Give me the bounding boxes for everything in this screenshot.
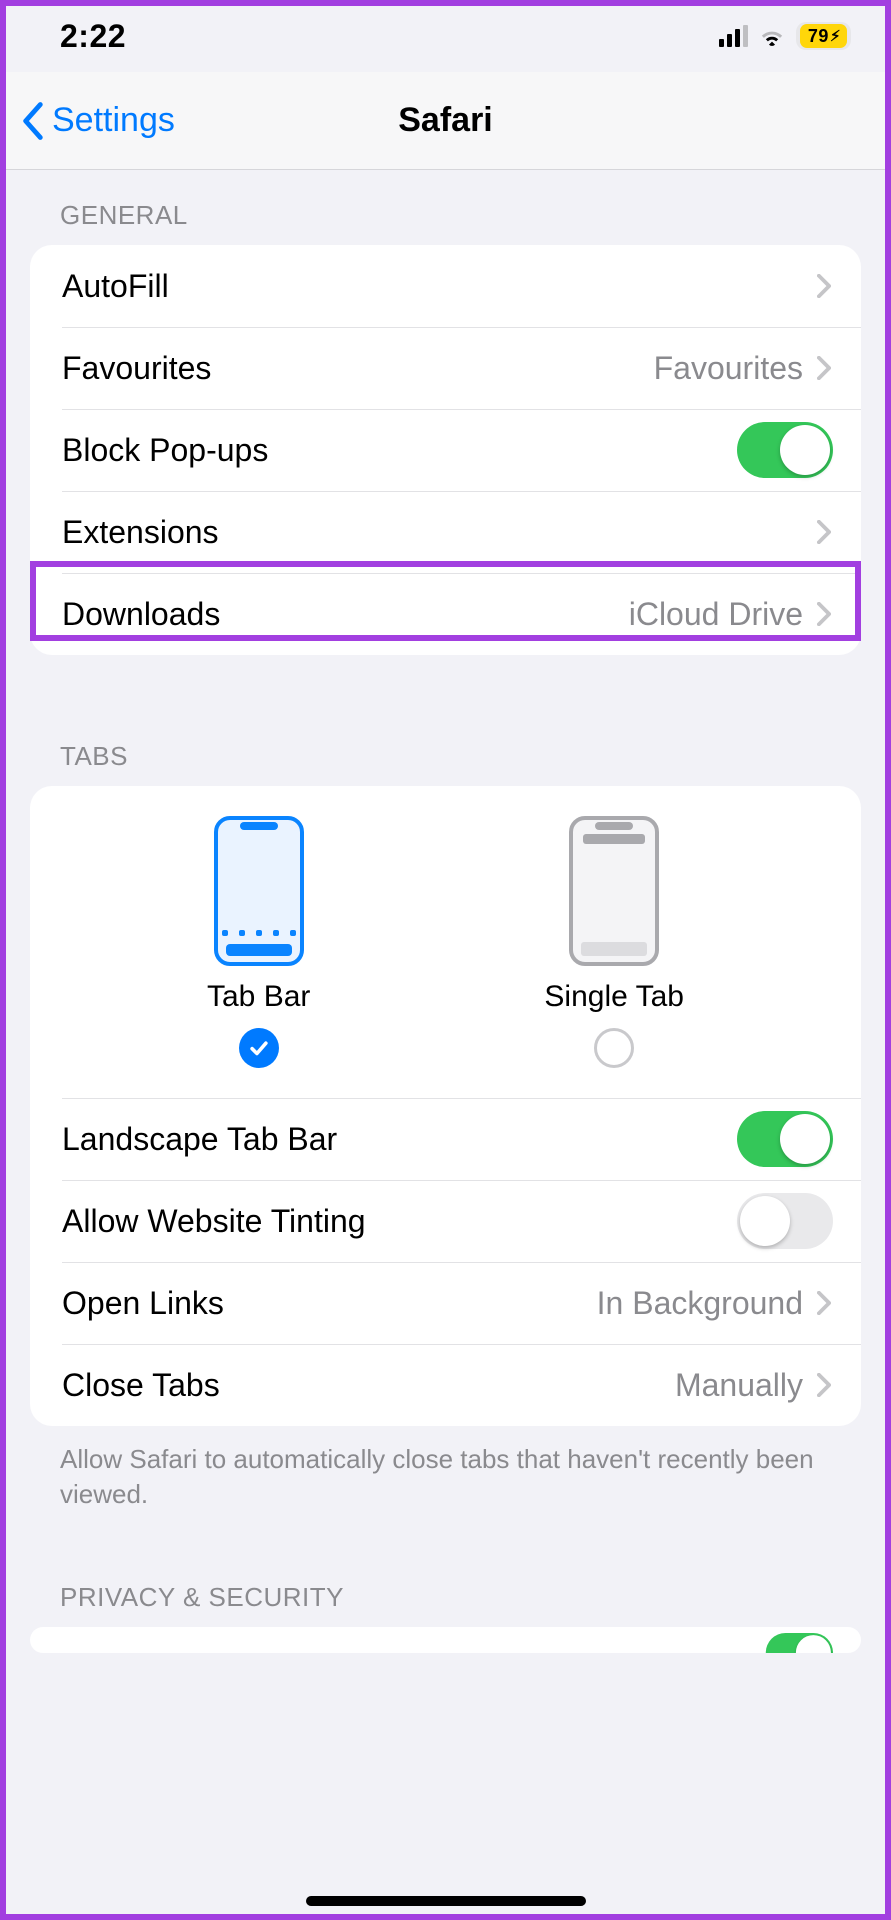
section-header-general: GENERAL <box>0 170 891 245</box>
section-header-privacy: PRIVACY & SECURITY <box>0 1512 891 1627</box>
toggle-landscape-tabbar[interactable] <box>737 1111 833 1167</box>
row-value: Manually <box>675 1367 803 1404</box>
singletab-preview-icon <box>569 816 659 966</box>
row-block-popups[interactable]: Block Pop-ups <box>30 409 861 491</box>
group-tabs: Tab Bar Single Tab Landscape Tab Bar All… <box>30 786 861 1426</box>
row-label: Landscape Tab Bar <box>62 1121 737 1158</box>
back-label: Settings <box>52 101 175 140</box>
row-autofill[interactable]: AutoFill <box>30 245 861 327</box>
row-label: Downloads <box>62 596 629 633</box>
chevron-right-icon <box>815 272 833 300</box>
row-value: iCloud Drive <box>629 596 803 633</box>
status-bar: 2:22 79⚡︎ <box>0 0 891 72</box>
row-open-links[interactable]: Open Links In Background <box>30 1262 861 1344</box>
status-right: 79⚡︎ <box>719 22 851 50</box>
row-extensions[interactable]: Extensions <box>30 491 861 573</box>
group-general: AutoFill Favourites Favourites Block Pop… <box>30 245 861 655</box>
tabs-footer-text: Allow Safari to automatically close tabs… <box>0 1426 891 1512</box>
battery-level: 79 <box>808 26 829 47</box>
tabbar-preview-icon <box>214 816 304 966</box>
radio-unselected-icon <box>594 1028 634 1068</box>
toggle-block-popups[interactable] <box>737 422 833 478</box>
toggle-privacy-peek[interactable] <box>766 1633 833 1653</box>
row-website-tinting[interactable]: Allow Website Tinting <box>30 1180 861 1262</box>
charging-icon: ⚡︎ <box>830 27 841 45</box>
row-label: Open Links <box>62 1285 597 1322</box>
tab-option-singletab[interactable]: Single Tab <box>544 816 684 1068</box>
toggle-website-tinting[interactable] <box>737 1193 833 1249</box>
row-downloads[interactable]: Downloads iCloud Drive <box>30 573 861 655</box>
section-header-tabs: TABS <box>0 655 891 786</box>
row-value: Favourites <box>654 350 803 387</box>
settings-scroll[interactable]: GENERAL AutoFill Favourites Favourites B… <box>0 170 891 1920</box>
nav-header: Settings Safari <box>0 72 891 170</box>
tab-option-label: Single Tab <box>544 980 684 1014</box>
row-label: Block Pop-ups <box>62 432 737 469</box>
wifi-icon <box>758 25 786 47</box>
tab-option-label: Tab Bar <box>207 980 310 1014</box>
row-favourites[interactable]: Favourites Favourites <box>30 327 861 409</box>
row-landscape-tabbar[interactable]: Landscape Tab Bar <box>30 1098 861 1180</box>
row-close-tabs[interactable]: Close Tabs Manually <box>30 1344 861 1426</box>
row-label: Close Tabs <box>62 1367 675 1404</box>
tab-option-tabbar[interactable]: Tab Bar <box>207 816 310 1068</box>
group-privacy-peek <box>30 1627 861 1653</box>
tab-layout-options: Tab Bar Single Tab <box>30 786 861 1098</box>
row-value: In Background <box>597 1285 803 1322</box>
home-indicator[interactable] <box>306 1896 586 1906</box>
chevron-left-icon <box>18 99 48 143</box>
chevron-right-icon <box>815 1289 833 1317</box>
chevron-right-icon <box>815 1371 833 1399</box>
radio-selected-icon <box>239 1028 279 1068</box>
row-label: Allow Website Tinting <box>62 1203 737 1240</box>
chevron-right-icon <box>815 518 833 546</box>
row-label: Favourites <box>62 350 654 387</box>
battery-icon: 79⚡︎ <box>796 22 851 50</box>
chevron-right-icon <box>815 600 833 628</box>
row-label: AutoFill <box>62 268 815 305</box>
chevron-right-icon <box>815 354 833 382</box>
status-time: 2:22 <box>60 18 126 55</box>
back-button[interactable]: Settings <box>0 99 175 143</box>
cellular-icon <box>719 25 748 47</box>
row-label: Extensions <box>62 514 815 551</box>
